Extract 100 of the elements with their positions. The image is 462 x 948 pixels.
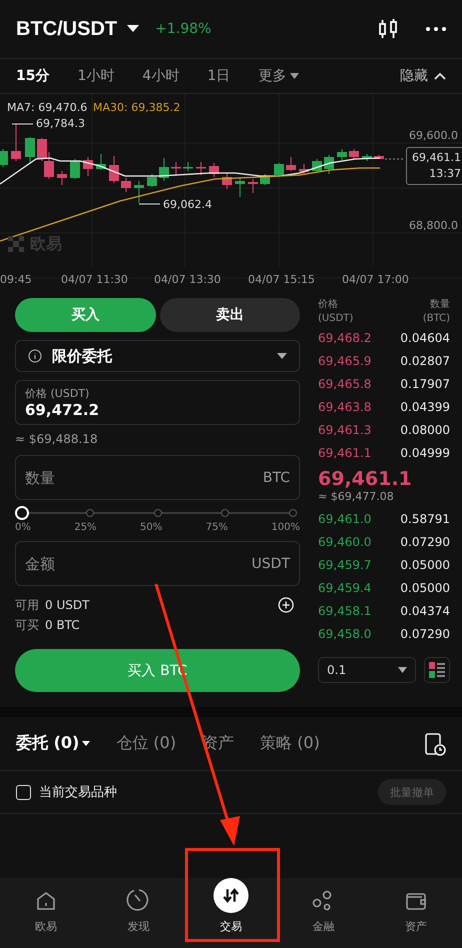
time-axis-label: 04/07 15:15	[248, 274, 315, 285]
candle	[121, 178, 131, 192]
candle	[147, 174, 157, 188]
column-header: 价格	[318, 298, 338, 312]
candle	[83, 156, 93, 176]
candle	[44, 152, 54, 180]
candle	[374, 154, 384, 160]
interval-tab[interactable]: 4小时	[142, 67, 180, 85]
nav-tab[interactable]: 欧易	[0, 878, 92, 948]
balance-label: 可用	[15, 596, 39, 614]
nav-tab[interactable]: 交易	[184, 878, 278, 948]
bid-quantity: 0.58791	[400, 512, 450, 526]
candle	[196, 162, 206, 176]
orders-tab[interactable]: 委托 (0)	[16, 733, 90, 754]
current-pair-filter[interactable]: 当前交易品种	[16, 783, 117, 801]
pair-title: BTC/USDT	[16, 18, 118, 40]
last-price-usd: ≈ $69,477.08	[318, 490, 395, 503]
candlestick-icon[interactable]	[378, 18, 398, 40]
order-type-dropdown[interactable]: 限价委托	[15, 340, 300, 372]
candle	[286, 156, 296, 172]
candle	[222, 172, 232, 190]
depth-dropdown[interactable]: 0.1	[318, 657, 416, 683]
nav-tab[interactable]: 金融	[277, 878, 370, 948]
ask-price: 69,465.8	[318, 376, 372, 390]
slider-tick-label: 25%	[74, 522, 97, 533]
ask-quantity: 0.08000	[400, 422, 450, 436]
ask-price: 69,463.8	[318, 400, 372, 414]
side-tab[interactable]: 卖出	[160, 298, 300, 332]
candle	[260, 174, 270, 186]
add-funds-icon[interactable]	[278, 597, 294, 613]
bid-quantity: 0.05000	[400, 580, 450, 594]
hide-chart-button[interactable]: 隐藏	[400, 67, 446, 85]
last-price-tag: 69,461.1 13:37	[406, 147, 462, 185]
price-field[interactable]: 价格 (USDT) 69,472.2	[15, 380, 300, 425]
time-axis-label: 09:45	[0, 274, 32, 285]
total-field[interactable]: 金额 USDT	[15, 541, 300, 586]
price-usd-estimate: ≈ $69,488.18	[15, 432, 99, 446]
dropdown-caret-icon[interactable]	[127, 25, 140, 33]
price-change: +1.98%	[155, 21, 212, 37]
interval-tab[interactable]: 1日	[207, 67, 230, 85]
bid-price: 69,460.0	[318, 534, 372, 548]
interval-tab[interactable]: 1小时	[77, 67, 114, 85]
slider-tick-label: 50%	[140, 522, 162, 533]
candle	[171, 162, 181, 176]
bid-price: 69,461.0	[318, 512, 372, 526]
candle	[337, 148, 347, 160]
ask-quantity: 0.04999	[400, 446, 450, 460]
candle	[248, 178, 258, 194]
orders-tab[interactable]: 仓位 (0)	[116, 733, 176, 754]
high-price-marker: 69,784.3	[36, 118, 85, 129]
bid-quantity: 0.07290	[400, 626, 450, 640]
caret-icon	[398, 667, 407, 673]
amount-input[interactable]: 数量	[25, 468, 263, 486]
nav-tab[interactable]: 发现	[92, 878, 185, 948]
caret-icon	[82, 741, 90, 746]
ask-quantity: 0.04604	[400, 330, 450, 344]
low-price-marker: 69,062.4	[163, 199, 212, 210]
bid-quantity: 0.05000	[400, 558, 450, 572]
candle	[109, 156, 119, 184]
price-axis-label: 68,800.0	[409, 220, 458, 231]
time-axis-label: 04/07 17:00	[342, 274, 409, 285]
orders-tab[interactable]: 策略 (0)	[260, 733, 320, 754]
candle	[209, 162, 219, 178]
bid-quantity: 0.07290	[400, 534, 450, 548]
bid-price: 69,459.4	[318, 580, 372, 594]
candle	[349, 148, 359, 160]
bid-quantity: 0.04374	[400, 604, 450, 618]
amount-field[interactable]: 数量 BTC	[15, 455, 300, 500]
balance-value: 0 BTC	[45, 618, 80, 632]
price-input[interactable]: 69,472.2	[25, 401, 290, 419]
candle	[37, 138, 47, 162]
candle	[134, 180, 144, 204]
info-icon	[28, 349, 42, 363]
interval-tab[interactable]: 15分	[16, 67, 50, 85]
history-icon[interactable]	[424, 732, 446, 756]
caret-icon	[277, 353, 287, 359]
balance-value: 0 USDT	[45, 598, 90, 612]
more-icon[interactable]	[426, 27, 446, 31]
ask-price: 69,461.1	[318, 446, 372, 460]
bid-price: 69,458.1	[318, 604, 372, 618]
candle	[274, 162, 284, 176]
interval-dropdown[interactable]: 更多	[258, 67, 300, 85]
caret-icon	[290, 73, 300, 79]
ma7-label: MA7: 69,470.6	[7, 102, 88, 113]
bid-price: 69,459.7	[318, 558, 372, 572]
candle	[235, 176, 245, 198]
column-unit: (BTC)	[422, 312, 450, 326]
total-input[interactable]: 金额	[25, 554, 252, 572]
last-price: 69,461.1	[318, 468, 413, 490]
candle	[324, 154, 334, 174]
time-axis-label: 04/07 11:30	[61, 274, 128, 285]
balance-label: 可买	[15, 616, 39, 634]
ask-price: 69,468.2	[318, 330, 372, 344]
column-header: 数量	[430, 298, 450, 312]
candle	[362, 154, 372, 162]
candle	[70, 158, 80, 180]
nav-tab[interactable]: 资产	[370, 878, 462, 948]
book-layout-icon[interactable]	[424, 657, 450, 683]
slider-tick-label: 0%	[15, 522, 31, 533]
time-axis-label: 04/07 13:30	[154, 274, 221, 285]
